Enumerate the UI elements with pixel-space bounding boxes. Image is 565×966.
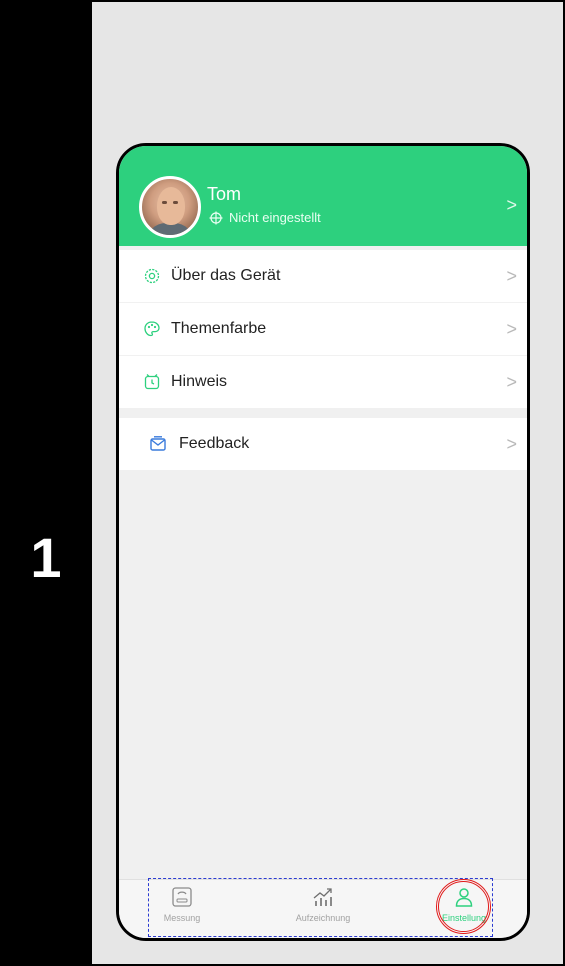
profile-status: Nicht eingestellt: [229, 210, 321, 225]
gear-icon: [144, 268, 160, 284]
profile-header[interactable]: Tom Nicht eingestellt >: [119, 146, 527, 246]
chevron-right-icon: >: [506, 371, 517, 392]
menu-item-label: Hinweis: [171, 373, 228, 390]
phone-screen: Tom Nicht eingestellt > Über das Gerät >: [116, 143, 530, 941]
menu-item-label: Feedback: [179, 435, 250, 452]
avatar[interactable]: [139, 176, 201, 238]
step-number: 1: [30, 526, 62, 589]
chevron-right-icon: >: [506, 318, 517, 339]
menu-item-ueber-das-geraet[interactable]: Über das Gerät >: [119, 250, 527, 302]
profile-name: Tom: [207, 184, 242, 204]
location-target-icon: [209, 211, 223, 225]
chevron-right-icon: >: [506, 195, 517, 215]
step-column: 1: [2, 2, 90, 964]
settings-group-1: Über das Gerät > Themenfarbe > Hinweis >: [119, 250, 527, 408]
feedback-icon: [150, 436, 166, 451]
settings-tab-highlight-circle: [436, 879, 491, 934]
menu-item-label: Themenfarbe: [171, 320, 267, 337]
palette-icon: [144, 321, 160, 337]
menu-item-label: Über das Gerät: [171, 267, 281, 284]
alarm-clock-icon: [144, 374, 160, 390]
menu-item-themenfarbe[interactable]: Themenfarbe >: [119, 302, 527, 355]
menu-item-feedback[interactable]: Feedback >: [119, 418, 527, 470]
settings-group-2: Feedback >: [119, 418, 527, 470]
chevron-right-icon: >: [506, 265, 517, 286]
frame-divider: [90, 2, 92, 964]
menu-item-hinweis[interactable]: Hinweis >: [119, 355, 527, 408]
profile-location: Nicht eingestellt: [209, 210, 321, 226]
chevron-right-icon: >: [506, 433, 517, 454]
